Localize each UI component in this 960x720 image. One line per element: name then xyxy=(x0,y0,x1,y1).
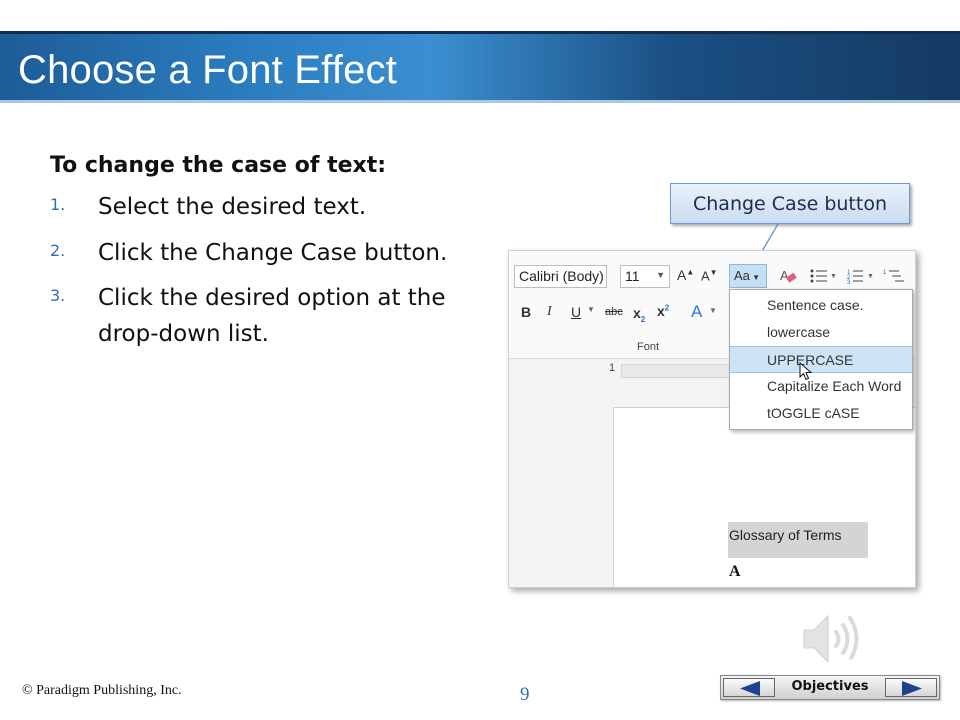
svg-text:▼: ▼ xyxy=(867,273,874,280)
step-number: 1. xyxy=(50,195,66,214)
font-size-value: 11 xyxy=(625,268,640,284)
step-item: 3. Click the desired option at the drop-… xyxy=(50,281,470,352)
step-text: Click the desired option at the drop-dow… xyxy=(98,285,446,347)
svg-text:1: 1 xyxy=(883,270,887,276)
title-banner: Choose a Font Effect xyxy=(0,31,960,103)
svg-text:▼: ▼ xyxy=(830,273,837,280)
italic-icon[interactable]: I xyxy=(547,304,552,320)
document-letter: A xyxy=(729,563,741,580)
paragraph-list-icons[interactable]: ▼ 1 2 3 ▼ 1 xyxy=(809,267,909,285)
font-group-label: Font xyxy=(637,341,660,353)
font-name-box[interactable]: Calibri (Body) xyxy=(514,265,607,288)
text-effects-icon[interactable]: A xyxy=(691,302,702,322)
change-case-button[interactable]: Aa ▼ xyxy=(729,264,767,288)
svg-text:A: A xyxy=(780,268,789,283)
speaker-icon[interactable] xyxy=(800,610,864,668)
slide-navigation: Objectives xyxy=(720,675,940,700)
objectives-link[interactable]: Objectives xyxy=(777,679,883,694)
slide-title: Choose a Font Effect xyxy=(18,48,398,92)
next-slide-button[interactable] xyxy=(885,678,937,697)
svg-text:3: 3 xyxy=(847,280,851,285)
font-name-value: Calibri (Body) xyxy=(519,268,604,284)
shrink-font-icon[interactable]: A▼ xyxy=(701,268,718,283)
step-text: Click the Change Case button. xyxy=(98,239,448,266)
strikethrough-icon[interactable]: abc xyxy=(605,306,623,318)
instructions-heading: To change the case of text: xyxy=(50,153,387,178)
bold-icon[interactable]: B xyxy=(521,304,531,320)
change-case-dropdown: Sentence case. lowercase UPPERCASE Capit… xyxy=(729,289,913,430)
document-heading: Glossary of Terms xyxy=(728,522,868,558)
menu-item-toggle-case[interactable]: tOGGLE cASE xyxy=(730,400,912,427)
grow-font-icon[interactable]: A▲ xyxy=(677,267,694,283)
step-number: 2. xyxy=(50,240,66,260)
change-case-label: Aa xyxy=(734,268,750,283)
menu-item-capitalize-each-word[interactable]: Capitalize Each Word xyxy=(730,373,912,400)
steps-list: 1. Select the desired text. 2. Click the… xyxy=(50,190,470,353)
horizontal-ruler xyxy=(621,364,741,378)
ruler-number: 1 xyxy=(609,362,616,374)
menu-item-uppercase[interactable]: UPPERCASE xyxy=(730,346,912,373)
clear-formatting-icon[interactable]: A xyxy=(779,267,797,285)
mouse-pointer-icon xyxy=(799,362,813,381)
chevron-down-icon[interactable]: ▼ xyxy=(709,306,717,315)
instructions: To change the case of text: 1. Select th… xyxy=(50,153,470,363)
copyright-text: © Paradigm Publishing, Inc. xyxy=(22,683,182,698)
underline-icon[interactable]: U xyxy=(571,304,581,320)
arrow-right-icon xyxy=(902,681,922,696)
word-screenshot: Calibri (Body) 11 ▼ A▲ A▼ Aa ▼ A ▼ 1 2 3… xyxy=(508,250,916,588)
menu-item-lowercase[interactable]: lowercase xyxy=(730,319,912,346)
chevron-down-icon[interactable]: ▼ xyxy=(587,305,595,314)
arrow-left-icon xyxy=(740,681,760,696)
previous-slide-button[interactable] xyxy=(723,678,775,697)
step-number: 3. xyxy=(50,286,66,306)
step-item: 2. Click the Change Case button. xyxy=(50,236,470,272)
page-number: 9 xyxy=(520,684,530,705)
subscript-icon[interactable]: x2 xyxy=(633,305,645,324)
superscript-icon[interactable]: x2 xyxy=(657,303,669,319)
step-text: Select the desired text. xyxy=(98,194,367,220)
menu-item-sentence-case[interactable]: Sentence case. xyxy=(730,292,912,319)
chevron-down-icon: ▼ xyxy=(656,270,665,280)
font-size-box[interactable]: 11 ▼ xyxy=(620,265,670,288)
change-case-callout: Change Case button xyxy=(670,183,910,224)
step-item: 1. Select the desired text. xyxy=(50,190,470,226)
document-page xyxy=(613,407,915,587)
